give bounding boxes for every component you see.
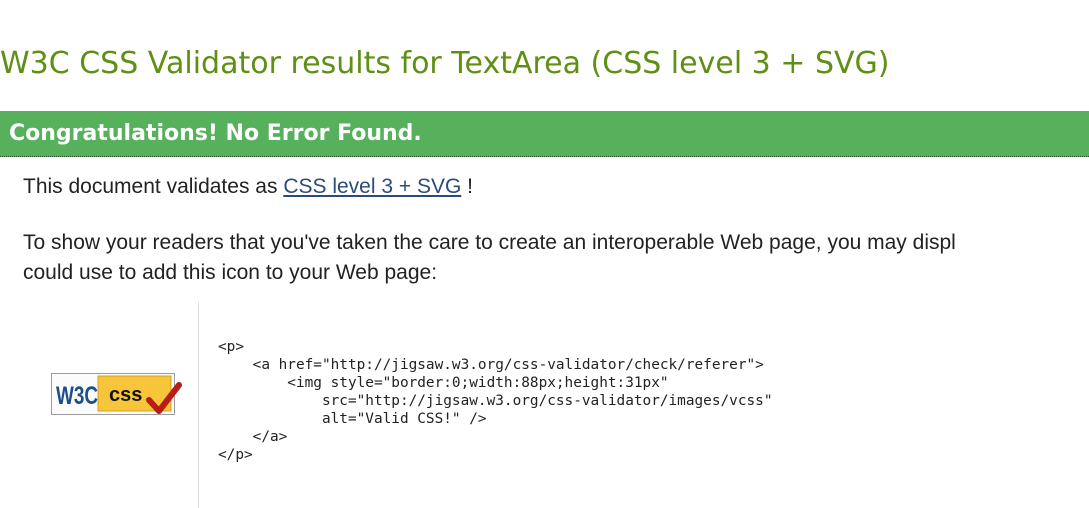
success-banner: Congratulations! No Error Found.: [0, 111, 1089, 157]
divider: [198, 302, 199, 508]
success-message: Congratulations! No Error Found.: [9, 121, 422, 146]
code-line: <p>: [218, 339, 244, 355]
code-line: <img style="border:0;width:88px;height:3…: [218, 375, 669, 391]
page-title: W3C CSS Validator results for TextArea (…: [0, 46, 890, 81]
badge-w3c-text: W3C: [56, 382, 98, 410]
validation-result: This document validates as CSS level 3 +…: [23, 172, 473, 202]
code-line: </a>: [218, 429, 288, 445]
badge-css-text: css: [109, 384, 142, 406]
instructions-line-2: could use to add this icon to your Web p…: [23, 261, 438, 284]
valid-css-badge-icon: W3C css: [51, 373, 182, 415]
css-profile-link[interactable]: CSS level 3 + SVG: [283, 175, 461, 198]
code-line: alt="Valid CSS!" />: [218, 411, 487, 427]
validates-prefix: This document validates as: [23, 175, 278, 198]
code-line: <a href="http://jigsaw.w3.org/css-valida…: [218, 357, 764, 373]
instructions-line-1: To show your readers that you've taken t…: [23, 231, 956, 254]
code-snippet: <p> <a href="http://jigsaw.w3.org/css-va…: [218, 338, 773, 464]
validates-suffix: !: [461, 175, 473, 198]
code-line: src="http://jigsaw.w3.org/css-validator/…: [218, 393, 773, 409]
code-line: </p>: [218, 447, 253, 463]
